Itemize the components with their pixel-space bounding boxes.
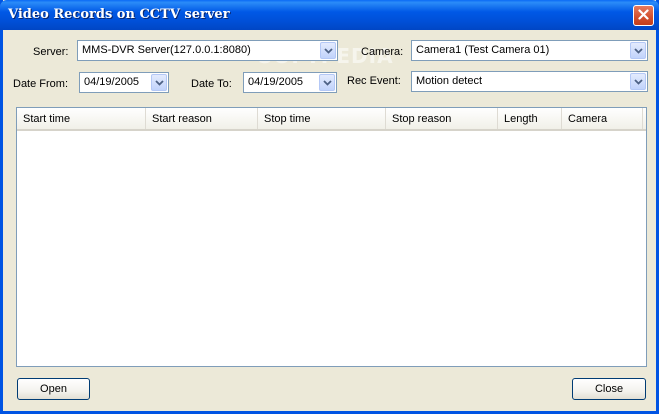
dialog-window: Video Records on CCTV server SOFTPEDIA S… — [0, 0, 659, 414]
open-button[interactable]: Open — [17, 378, 90, 400]
camera-label: Camera: — [361, 46, 404, 58]
chevron-down-icon — [322, 79, 332, 86]
window-title: Video Records on CCTV server — [8, 7, 230, 22]
date-from-label: Date From: — [13, 78, 69, 90]
records-list[interactable]: Start time Start reason Stop time Stop r… — [16, 107, 647, 367]
column-header-stop-reason[interactable]: Stop reason — [386, 108, 498, 129]
chevron-down-icon — [633, 78, 643, 85]
date-to-picker[interactable]: 04/19/2005 — [243, 72, 337, 93]
chevron-down-icon — [154, 79, 164, 86]
date-to-dropdown-button[interactable] — [319, 74, 335, 91]
camera-dropdown-button[interactable] — [630, 42, 646, 59]
title-bar[interactable]: Video Records on CCTV server — [0, 0, 659, 30]
camera-select[interactable]: Camera1 (Test Camera 01) — [411, 40, 648, 61]
records-list-header: Start time Start reason Stop time Stop r… — [17, 108, 646, 131]
column-header-length[interactable]: Length — [498, 108, 562, 129]
date-from-value: 04/19/2005 — [84, 76, 140, 88]
server-label: Server: — [33, 46, 69, 58]
close-button[interactable]: Close — [572, 378, 646, 400]
chevron-down-icon — [323, 47, 333, 54]
column-header-stop-time[interactable]: Stop time — [258, 108, 386, 129]
column-header-start-time[interactable]: Start time — [17, 108, 146, 129]
column-header-start-reason[interactable]: Start reason — [146, 108, 258, 129]
column-header-camera[interactable]: Camera — [562, 108, 643, 129]
rec-event-label: Rec Event: — [347, 75, 401, 87]
server-select[interactable]: MMS-DVR Server(127.0.0.1:8080) — [77, 40, 338, 61]
date-to-value: 04/19/2005 — [248, 76, 304, 88]
server-value: MMS-DVR Server(127.0.0.1:8080) — [82, 44, 251, 56]
date-to-label: Date To: — [191, 78, 232, 90]
camera-value: Camera1 (Test Camera 01) — [416, 44, 550, 56]
chevron-down-icon — [633, 47, 643, 54]
rec-event-dropdown-button[interactable] — [630, 73, 646, 90]
server-dropdown-button[interactable] — [320, 42, 336, 59]
rec-event-select[interactable]: Motion detect — [411, 71, 648, 92]
date-from-picker[interactable]: 04/19/2005 — [79, 72, 169, 93]
window-close-button[interactable] — [633, 5, 654, 26]
rec-event-value: Motion detect — [416, 75, 483, 87]
close-x-icon — [638, 8, 649, 23]
date-from-dropdown-button[interactable] — [151, 74, 167, 91]
